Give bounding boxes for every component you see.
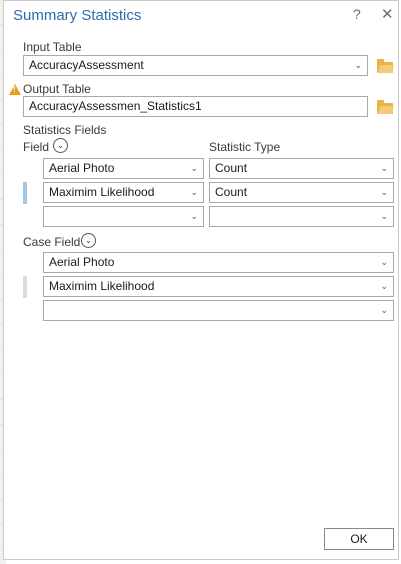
chevron-down-icon: ⌄: [380, 281, 388, 291]
dialog-title: Summary Statistics: [13, 7, 142, 24]
summary-statistics-dialog: Summary Statistics ? ✕ Input Table Accur…: [3, 0, 399, 560]
stat-field-select-1[interactable]: Aerial Photo ⌄: [43, 158, 204, 179]
stat-field-select-3[interactable]: ⌄: [43, 206, 204, 227]
statistic-type-column-header: Statistic Type: [209, 140, 281, 154]
field-column-header: Field: [23, 140, 50, 154]
chevron-down-icon: ⌄: [380, 187, 388, 197]
case-field-select-2[interactable]: Maximim Likelihood ⌄: [43, 276, 394, 297]
output-table-value: AccuracyAssessmen_Statistics1: [29, 99, 202, 113]
output-table-label: Output Table: [23, 82, 91, 96]
stat-field-select-2[interactable]: Maximim Likelihood ⌄: [43, 182, 204, 203]
input-table-label: Input Table: [23, 40, 82, 54]
ok-button[interactable]: OK: [324, 528, 394, 550]
case-field-select-3[interactable]: ⌄: [43, 300, 394, 321]
chevron-down-icon: ⌄: [190, 163, 198, 173]
help-button[interactable]: ?: [353, 6, 361, 22]
chevron-down-icon: ⌄: [354, 60, 362, 70]
stat-type-select-2[interactable]: Count ⌄: [209, 182, 394, 203]
chevron-down-icon: ⌄: [380, 163, 388, 173]
folder-open-icon[interactable]: [377, 100, 393, 114]
stat-field-value: Maximim Likelihood: [49, 185, 155, 199]
stat-type-select-1[interactable]: Count ⌄: [209, 158, 394, 179]
output-table-input[interactable]: AccuracyAssessmen_Statistics1: [23, 96, 368, 117]
case-field-value: Aerial Photo: [49, 255, 115, 269]
case-field-select-1[interactable]: Aerial Photo ⌄: [43, 252, 394, 273]
case-field-value: Maximim Likelihood: [49, 279, 155, 293]
stat-type-value: Count: [215, 185, 248, 199]
row-selection-marker[interactable]: [23, 182, 27, 204]
chevron-down-icon: ⌄: [380, 305, 388, 315]
row-selection-marker[interactable]: [23, 276, 27, 298]
input-table-dropdown[interactable]: AccuracyAssessment ⌄: [23, 55, 368, 76]
statistics-fields-label: Statistics Fields: [23, 123, 107, 137]
input-table-value: AccuracyAssessment: [29, 58, 144, 72]
case-field-label: Case Field: [23, 235, 81, 249]
close-button[interactable]: ✕: [381, 5, 394, 23]
chevron-down-icon: ⌄: [190, 211, 198, 221]
stat-field-value: Aerial Photo: [49, 161, 115, 175]
chevron-down-icon: ⌄: [380, 211, 388, 221]
warning-mark: !: [13, 85, 16, 94]
folder-open-icon[interactable]: [377, 59, 393, 73]
chevron-down-icon: ⌄: [190, 187, 198, 197]
stat-type-value: Count: [215, 161, 248, 175]
chevron-down-icon: ⌄: [380, 257, 388, 267]
stat-type-select-3[interactable]: ⌄: [209, 206, 394, 227]
case-field-expand-chevron-icon[interactable]: ⌄: [81, 233, 96, 248]
field-expand-chevron-icon[interactable]: ⌄: [53, 138, 68, 153]
